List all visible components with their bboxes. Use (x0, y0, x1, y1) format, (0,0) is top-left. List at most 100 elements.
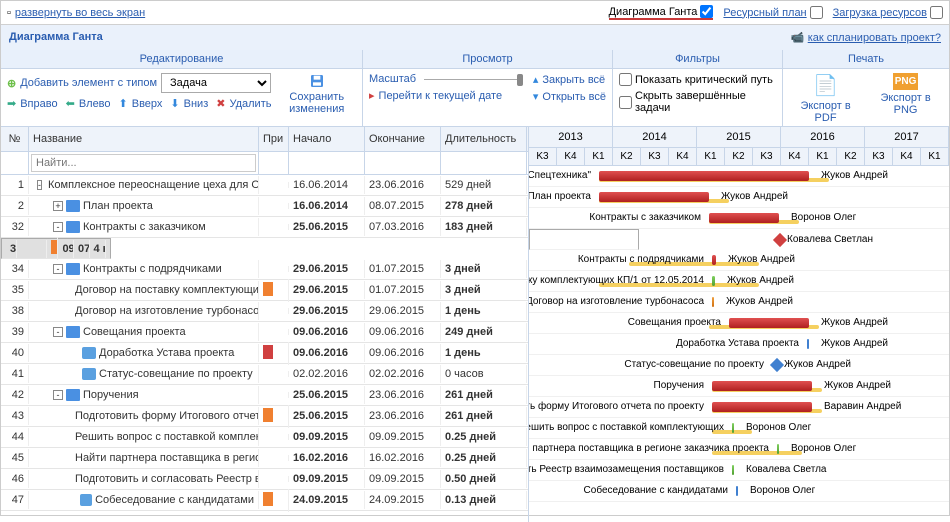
scale-slider[interactable]: Масштаб (369, 73, 527, 85)
gantt-row[interactable]: Контракты с подрядчикамиЖуков Андрей (529, 250, 949, 271)
table-row[interactable]: 40 Доработка Устава проекта 09.06.2016 0… (1, 343, 528, 364)
gantt-row[interactable]: Договор на пусконаладкуКовалева Светлан (529, 229, 639, 250)
gantt-row[interactable]: План проектаЖуков Андрей (529, 187, 949, 208)
fullscreen-link[interactable]: развернуть во весь экран (15, 7, 145, 19)
hide-done-check[interactable]: Скрыть завершённые задачи (619, 90, 776, 114)
gantt-row[interactable]: Найти партнера поставщика в регионе зака… (529, 439, 949, 460)
gantt-bar[interactable] (807, 339, 809, 349)
quarter-header[interactable]: K3 (753, 148, 781, 165)
help-link[interactable]: 📹 как спланировать проект? (791, 31, 941, 44)
year-header[interactable]: 2017 (865, 127, 949, 147)
gantt-bar[interactable] (732, 423, 734, 433)
gantt-bar[interactable] (712, 297, 714, 307)
quarter-header[interactable]: K1 (921, 148, 949, 165)
gantt-bar[interactable] (777, 444, 779, 454)
delete-button[interactable]: ✖Удалить (216, 97, 271, 110)
quarter-header[interactable]: K2 (613, 148, 641, 165)
table-row[interactable]: 35 Договор на поставку комплектующих К 2… (1, 280, 528, 301)
gantt-milestone[interactable] (773, 233, 787, 247)
gantt-row[interactable]: Совещания проектаЖуков Андрей (529, 313, 949, 334)
gantt-bar[interactable] (599, 192, 709, 202)
quarter-header[interactable]: K2 (725, 148, 753, 165)
quarter-header[interactable]: K4 (893, 148, 921, 165)
table-row[interactable]: 45 Найти партнера поставщика в регионе 1… (1, 448, 528, 469)
gantt-row[interactable]: Доработка Устава проектаЖуков Андрей (529, 334, 949, 355)
table-row[interactable]: 38 Договор на изготовление турбонасоса 2… (1, 301, 528, 322)
table-row[interactable]: 32 -Контракты с заказчиком 25.06.2015 07… (1, 217, 528, 238)
gantt-bar[interactable] (732, 465, 734, 475)
col-end[interactable]: Окончание (365, 127, 441, 151)
quarter-header[interactable]: K4 (669, 148, 697, 165)
tab-loading-check[interactable] (930, 6, 943, 19)
gantt-bar[interactable] (712, 276, 715, 286)
move-down[interactable]: ⬇Вниз (170, 97, 208, 110)
col-flag[interactable]: При (259, 127, 289, 151)
table-row[interactable]: 41 Статус-совещание по проекту 02.02.201… (1, 364, 528, 385)
quarter-header[interactable]: K4 (781, 148, 809, 165)
export-png[interactable]: PNG Экспорт в PNG (868, 73, 943, 116)
gantt-bar[interactable] (712, 402, 812, 412)
critical-path-check[interactable]: Показать критический путь (619, 73, 776, 86)
tree-toggle[interactable]: - (37, 180, 42, 190)
tree-toggle[interactable]: - (53, 327, 63, 337)
tree-toggle[interactable]: - (53, 222, 63, 232)
gantt-row[interactable]: Контракты с заказчикомВоронов Олег (529, 208, 949, 229)
quarter-header[interactable]: K1 (697, 148, 725, 165)
tree-toggle[interactable]: - (53, 264, 63, 274)
gantt-bar[interactable] (712, 255, 716, 265)
col-start[interactable]: Начало (289, 127, 365, 151)
goto-today[interactable]: ▸Перейти к текущей дате (369, 89, 527, 102)
table-row[interactable]: 44 Решить вопрос с поставкой комплектую … (1, 427, 528, 448)
table-row[interactable]: 1 -Комплексное переоснащение цеха для ОО… (1, 175, 528, 196)
table-row[interactable]: 39 -Совещания проекта 09.06.2016 09.06.2… (1, 322, 528, 343)
tab-resource-check[interactable] (810, 6, 823, 19)
quarter-header[interactable]: K1 (809, 148, 837, 165)
tree-toggle[interactable]: - (53, 390, 63, 400)
open-all[interactable]: ▾Открыть всё (533, 90, 606, 103)
slider-thumb-icon[interactable] (517, 74, 523, 86)
move-left[interactable]: ⬅Влево (66, 97, 111, 110)
gantt-row[interactable]: Договор на изготовление турбонасосаЖуков… (529, 292, 949, 313)
add-element[interactable]: ⊕ Добавить элемент с типом Задача (7, 73, 271, 93)
gantt-bar[interactable] (729, 318, 809, 328)
gantt-row[interactable]: Договор на поставку комплектующих КП/1 о… (529, 271, 949, 292)
move-right[interactable]: ➡Вправо (7, 97, 58, 110)
tab-loading[interactable]: Загрузка ресурсов (833, 6, 943, 19)
table-row[interactable]: 42 -Поручения 25.06.2015 23.06.2016 261 … (1, 385, 528, 406)
save-button[interactable]: Сохранить изменения (277, 73, 356, 115)
tab-gantt-check[interactable] (700, 5, 713, 18)
gantt-row[interactable]: ПорученияЖуков Андрей (529, 376, 949, 397)
close-all[interactable]: ▴Закрыть всё (533, 73, 606, 86)
gantt-row[interactable]: Решить вопрос с поставкой комплектующихВ… (529, 418, 949, 439)
quarter-header[interactable]: K1 (585, 148, 613, 165)
gantt-bar[interactable] (709, 213, 779, 223)
quarter-header[interactable]: K2 (837, 148, 865, 165)
gantt-bar[interactable] (599, 171, 809, 181)
quarter-header[interactable]: K3 (529, 148, 557, 165)
gantt-bar[interactable] (736, 486, 738, 496)
col-no[interactable]: № (1, 127, 29, 151)
type-select[interactable]: Задача (161, 73, 271, 93)
year-header[interactable]: 2014 (613, 127, 697, 147)
gantt-row[interactable]: Подготовить форму Итогового отчета по пр… (529, 397, 949, 418)
year-header[interactable]: 2015 (697, 127, 781, 147)
table-row[interactable]: 33 Договор на пусконаладку 09.02.2016 07… (1, 238, 111, 259)
gantt-row[interactable]: Подготовить и согласовать Реестр взаимоз… (529, 460, 949, 481)
gantt-bar[interactable] (712, 381, 812, 391)
export-pdf[interactable]: 📄 Экспорт в PDF (789, 73, 862, 124)
col-dur[interactable]: Длительность (441, 127, 527, 151)
quarter-header[interactable]: K3 (641, 148, 669, 165)
move-up[interactable]: ⬆Вверх (119, 97, 163, 110)
gantt-row[interactable]: цение цеха для ООО "Спецтехника"Жуков Ан… (529, 166, 949, 187)
table-row[interactable]: 47 Собеседование с кандидатами 24.09.201… (1, 490, 528, 511)
quarter-header[interactable]: K4 (557, 148, 585, 165)
tab-gantt[interactable]: Диаграмма Ганта (609, 5, 714, 20)
tab-resource[interactable]: Ресурсный план (723, 6, 822, 19)
quarter-header[interactable]: K3 (865, 148, 893, 165)
gantt-row[interactable]: Собеседование с кандидатамиВоронов Олег (529, 481, 949, 502)
table-row[interactable]: 43 Подготовить форму Итогового отчета п … (1, 406, 528, 427)
tree-toggle[interactable]: + (53, 201, 63, 211)
year-header[interactable]: 2013 (529, 127, 613, 147)
gantt-milestone[interactable] (770, 358, 784, 372)
table-row[interactable]: 2 +План проекта 16.06.2014 08.07.2015 27… (1, 196, 528, 217)
